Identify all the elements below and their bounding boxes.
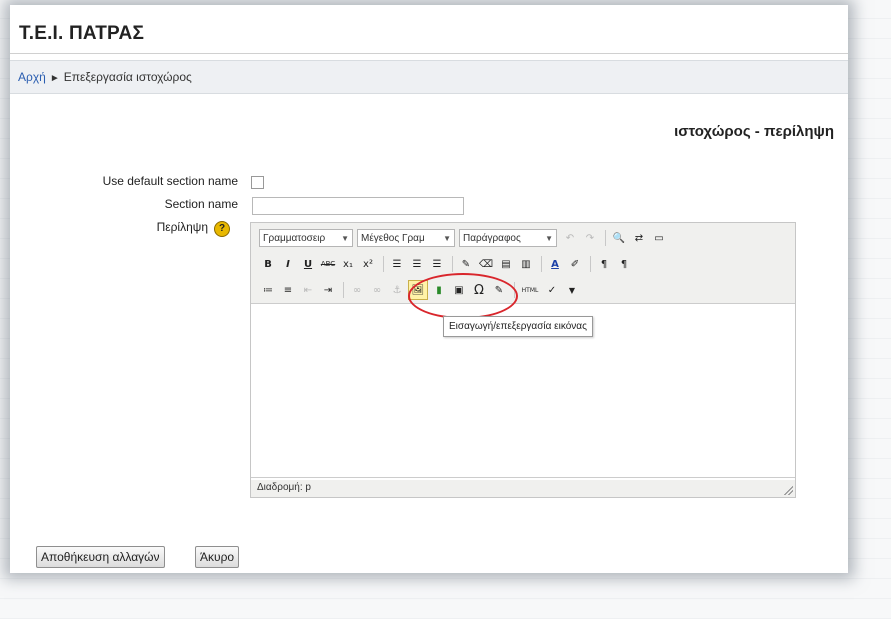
clean-format-icon[interactable]: ✎ <box>457 255 475 273</box>
chevron-down-icon: ▼ <box>341 234 349 243</box>
toolbar-separator <box>590 256 591 272</box>
font-size-select[interactable]: Μέγεθος Γραμ ▼ <box>357 229 455 247</box>
subscript-button[interactable]: x₁ <box>339 255 357 273</box>
font-family-select-value: Γραμματοσειρ <box>263 233 326 244</box>
chevron-down-icon[interactable]: ▼ <box>563 281 581 299</box>
editor-statusbar: Διαδρομή: p <box>251 477 795 497</box>
use-default-section-name-label: Use default section name <box>102 174 238 188</box>
paragraph-format-select[interactable]: Παράγραφος ▼ <box>459 229 557 247</box>
text-color-icon[interactable]: A <box>546 255 564 273</box>
breadcrumb-current: Επεξεργασία ιστοχώρος <box>63 70 192 84</box>
indent-icon[interactable]: ⇥ <box>319 281 337 299</box>
background-color-icon[interactable]: ✐ <box>566 255 584 273</box>
unlink-icon[interactable]: ∞ <box>368 281 386 299</box>
outdent-icon[interactable]: ⇤ <box>299 281 317 299</box>
editor-toolbar-row-2: B I U ABC x₁ x² ☰ ☰ ☰ ✎ ⌫ ▤ ▥ A ✐ ¶ ¶ <box>259 253 635 275</box>
help-icon[interactable]: ? <box>214 221 230 237</box>
undo-icon[interactable]: ↶ <box>561 229 579 247</box>
italic-button[interactable]: I <box>279 255 297 273</box>
underline-button[interactable]: U <box>299 255 317 273</box>
toolbar-separator <box>452 256 453 272</box>
breadcrumb: Αρχή ► Επεξεργασία ιστοχώρος <box>10 60 848 94</box>
section-name-input[interactable] <box>252 197 464 215</box>
bullet-list-icon[interactable]: ≔ <box>259 281 277 299</box>
paragraph-format-select-value: Παράγραφος <box>463 233 521 244</box>
ltr-icon[interactable]: ¶ <box>595 255 613 273</box>
save-changes-button[interactable]: Αποθήκευση αλλαγών <box>36 546 165 568</box>
editor-toolbar-row-1: Γραμματοσειρ ▼ Μέγεθος Γραμ ▼ Παράγραφος ▼ … <box>259 227 670 249</box>
page-title: ιστοχώρος - περίληψη <box>674 123 834 140</box>
fullscreen-icon[interactable]: ▭ <box>650 229 668 247</box>
find-icon[interactable]: 🔍 <box>610 229 628 247</box>
rtl-icon[interactable]: ¶ <box>615 255 633 273</box>
breadcrumb-separator: ► <box>49 73 60 84</box>
numbered-list-icon[interactable]: ≡ <box>279 281 297 299</box>
align-right-icon[interactable]: ☰ <box>428 255 446 273</box>
paste-word-icon[interactable]: ▥ <box>517 255 535 273</box>
chevron-down-icon: ▼ <box>443 234 451 243</box>
eraser-icon[interactable]: ⌫ <box>477 255 495 273</box>
toolbar-separator <box>605 230 606 246</box>
link-icon[interactable]: ∞ <box>348 281 366 299</box>
insert-image-tooltip: Εισαγωγή/επεξεργασία εικόνας <box>443 316 593 337</box>
breadcrumb-home-link[interactable]: Αρχή <box>18 70 46 84</box>
anchor-icon[interactable]: ⚓ <box>388 281 406 299</box>
superscript-button[interactable]: x² <box>359 255 377 273</box>
highlight-annotation-circle <box>408 273 518 319</box>
cancel-button[interactable]: Άκυρο <box>195 546 240 568</box>
chevron-down-icon: ▼ <box>545 234 553 243</box>
summary-label: Περίληψη <box>156 220 208 234</box>
align-left-icon[interactable]: ☰ <box>388 255 406 273</box>
use-default-section-name-checkbox[interactable] <box>251 176 264 189</box>
editor-path-label: Διαδρομή: p <box>257 482 311 493</box>
section-name-label: Section name <box>164 197 238 211</box>
bold-button[interactable]: B <box>259 255 277 273</box>
redo-icon[interactable]: ↷ <box>581 229 599 247</box>
toolbar-separator <box>383 256 384 272</box>
font-size-select-value: Μέγεθος Γραμ <box>361 233 425 244</box>
html-source-button[interactable]: HTML <box>519 281 541 299</box>
replace-icon[interactable]: ⇄ <box>630 229 648 247</box>
strikethrough-button[interactable]: ABC <box>319 255 337 273</box>
spellcheck-icon[interactable]: ✓ <box>543 281 561 299</box>
rich-text-editor: Γραμματοσειρ ▼ Μέγεθος Γραμ ▼ Παράγραφος ▼ … <box>250 222 796 498</box>
site-header: Τ.Ε.Ι. ΠΑΤΡΑΣ <box>10 5 848 54</box>
resize-handle-icon[interactable] <box>783 485 793 495</box>
browser-page: Τ.Ε.Ι. ΠΑΤΡΑΣ Αρχή ► Επεξεργασία ιστοχώρος… <box>10 5 848 573</box>
site-title: Τ.Ε.Ι. ΠΑΤΡΑΣ <box>19 23 145 44</box>
align-center-icon[interactable]: ☰ <box>408 255 426 273</box>
toolbar-separator <box>541 256 542 272</box>
font-family-select[interactable]: Γραμματοσειρ ▼ <box>259 229 353 247</box>
paste-text-icon[interactable]: ▤ <box>497 255 515 273</box>
toolbar-separator <box>343 282 344 298</box>
